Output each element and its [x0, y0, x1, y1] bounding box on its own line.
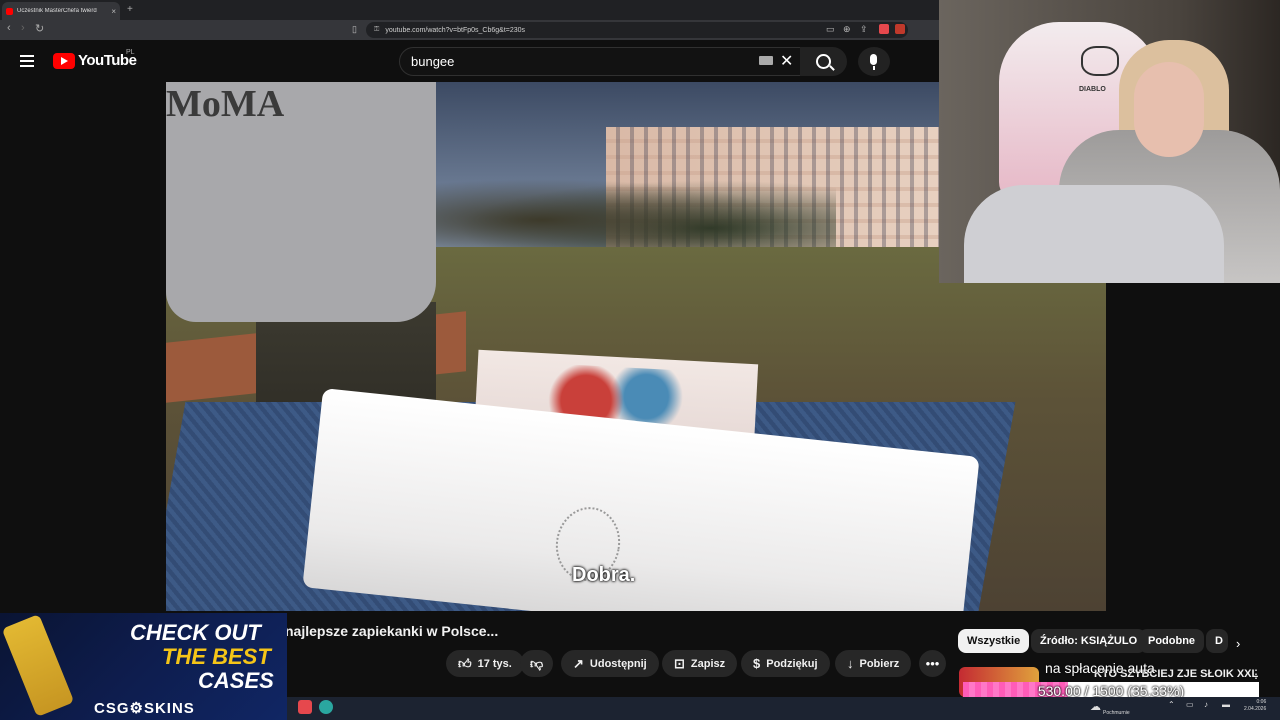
download-button[interactable]: ↓ Pobierz	[835, 650, 912, 677]
browser-tab-strip	[0, 0, 940, 20]
streamer-face	[1134, 62, 1204, 157]
clock-time: 0:06	[1256, 699, 1267, 705]
thumbs-down-icon: 👎︎	[530, 655, 544, 671]
tray-chevron-icon[interactable]: ⌃	[1168, 700, 1175, 709]
ad-line-1: CHECK OUT	[130, 620, 261, 645]
app-taskbar-icon[interactable]	[319, 700, 333, 714]
weather-text: Pochmurnie	[1103, 710, 1130, 716]
bookmark-save-icon: ⊡	[674, 655, 685, 671]
browser-tab[interactable]: Uczestnik MasterChefa twierd ×	[2, 2, 120, 20]
chip-source[interactable]: Źródło: KSIĄŻULO	[1031, 629, 1147, 653]
like-button[interactable]: 👍︎ 17 tys.	[446, 650, 524, 677]
ad-line-2: THE BEST	[162, 644, 271, 669]
new-tab-button[interactable]: +	[127, 4, 133, 15]
country-code: PL	[126, 49, 135, 56]
bookmark-icon[interactable]: ▯	[352, 24, 357, 35]
video-title: najlepsze zapiekanki w Polsce...	[285, 623, 499, 639]
share-page-icon[interactable]: ⇪	[860, 24, 868, 35]
voice-search-button[interactable]	[858, 47, 890, 76]
chair-logo-icon	[1081, 46, 1119, 76]
chip-related[interactable]: Podobne	[1139, 629, 1205, 653]
microphone-icon	[870, 54, 877, 65]
rewards-icon[interactable]	[895, 24, 905, 34]
video-person-hoodie: MoMA	[166, 82, 436, 322]
share-button[interactable]: ↗ Udostępnij	[561, 650, 659, 677]
donation-goal-label: na spłacenie auta	[1045, 660, 1155, 676]
chair-brand: DIABLO	[1079, 86, 1106, 93]
ad-brand: CSG⚙SKINS	[94, 700, 195, 717]
hoodie-print: MoMA	[166, 83, 285, 125]
tab-title: Uczestnik MasterChefa twierd	[17, 8, 97, 14]
taskbar-clock[interactable]: 0:06 2.04.2026	[1244, 699, 1266, 713]
windows-taskbar	[287, 697, 1280, 720]
save-button[interactable]: ⊡ Zapisz	[662, 650, 738, 677]
knife-icon	[1, 613, 75, 718]
chip-all[interactable]: Wszystkie	[958, 629, 1030, 653]
youtube-logo-icon[interactable]	[53, 53, 75, 69]
tab-close-icon[interactable]: ×	[111, 7, 116, 16]
csgo-skins-ad[interactable]: CHECK OUT THE BEST CASES CSG⚙SKINS	[0, 613, 287, 720]
video-subtitle: Dobra.	[572, 564, 636, 586]
network-icon[interactable]: ▭	[1186, 700, 1194, 709]
download-icon: ↓	[847, 656, 854, 671]
weather-icon[interactable]: ☁	[1090, 700, 1101, 713]
address-url: youtube.com/watch?v=btFp0s_Cb6g&t=230s	[385, 26, 526, 34]
cast-icon[interactable]: ▭	[826, 24, 835, 35]
more-actions-button[interactable]: •••	[919, 650, 946, 677]
brave-taskbar-icon[interactable]	[298, 700, 312, 714]
thanks-button[interactable]: $ Podziękuj	[741, 650, 830, 677]
search-input[interactable]: bungee	[399, 47, 804, 76]
thumbs-up-icon: 👍︎	[458, 655, 472, 671]
video-trees	[416, 172, 836, 252]
streamer-legs	[964, 185, 1224, 283]
site-info-icon[interactable]: ⚿	[374, 26, 379, 34]
brave-shield-icon[interactable]	[879, 24, 889, 34]
youtube-favicon-icon	[6, 7, 13, 15]
forward-icon[interactable]: ›	[21, 22, 25, 34]
thanks-label: Podziękuj	[766, 657, 818, 670]
like-count: 17 tys.	[477, 657, 512, 670]
menu-icon[interactable]	[20, 55, 34, 67]
share-icon: ↗	[573, 655, 584, 671]
ad-line-3: CASES	[198, 668, 274, 693]
save-label: Zapisz	[690, 657, 726, 670]
webcam-overlay: DIABLO	[939, 0, 1280, 283]
search-icon	[816, 54, 831, 69]
clock-date: 2.04.2026	[1244, 706, 1267, 712]
search-value: bungee	[411, 54, 455, 69]
zoom-icon[interactable]: ⊕	[843, 24, 851, 35]
reload-icon[interactable]: ↻	[35, 22, 44, 35]
recommendation-menu-icon[interactable]: ⋮	[1250, 667, 1262, 681]
chevron-right-icon[interactable]: ›	[1236, 636, 1240, 651]
back-icon[interactable]: ‹	[7, 22, 11, 34]
share-label: Udostępnij	[589, 657, 647, 670]
thanks-icon: $	[753, 656, 761, 671]
keyboard-icon[interactable]	[759, 56, 773, 65]
battery-icon[interactable]: ▬	[1222, 700, 1230, 709]
clear-search-icon[interactable]: ✕	[780, 51, 793, 71]
volume-icon[interactable]: ♪	[1204, 700, 1208, 709]
download-label: Pobierz	[859, 657, 900, 670]
chip-more[interactable]: D	[1206, 629, 1228, 653]
dislike-button[interactable]: 👎︎	[520, 650, 554, 677]
search-button[interactable]	[800, 47, 847, 76]
